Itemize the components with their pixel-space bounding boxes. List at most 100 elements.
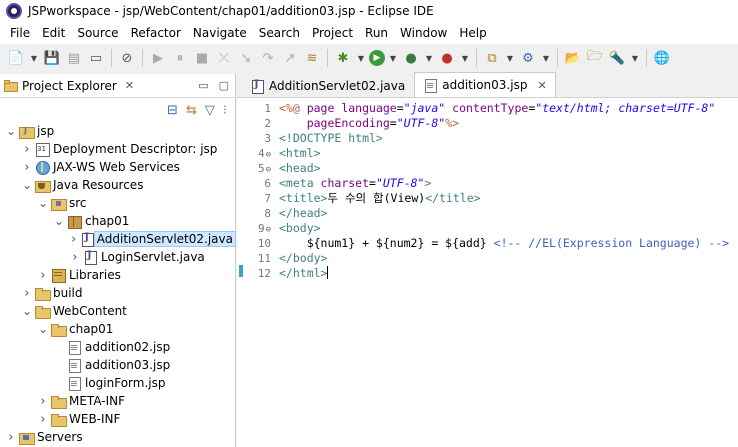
run-icon[interactable]: ▶ xyxy=(369,50,385,66)
tree-item[interactable]: ⌄ WebContent xyxy=(0,302,235,320)
menu-navigate[interactable]: Navigate xyxy=(187,22,253,44)
tree-item[interactable]: ⌄ Java Resources xyxy=(0,176,235,194)
minimize-icon[interactable]: ▭ xyxy=(198,79,208,92)
project-explorer-tab[interactable]: Project Explorer ✕ ▭ ▢ xyxy=(0,74,235,98)
menu-source[interactable]: Source xyxy=(71,22,124,44)
fold-toggle-icon[interactable]: ⊖ xyxy=(266,225,271,235)
tree-item[interactable]: loginForm.jsp xyxy=(0,374,235,392)
tree-item[interactable]: ⌄ jsp xyxy=(0,122,235,140)
code-line[interactable]: <!DOCTYPE html> xyxy=(279,131,383,146)
tree-item[interactable]: › build xyxy=(0,284,235,302)
run-server-icon[interactable]: ● xyxy=(401,48,421,68)
open-folder-icon[interactable]: 🗁 xyxy=(585,48,605,68)
tree-item[interactable]: › AdditionServlet02.java xyxy=(0,230,237,248)
external-tools-dropdown-chevron-icon[interactable]: ▼ xyxy=(459,48,471,68)
tree-item[interactable]: › WEB-INF xyxy=(0,410,235,428)
tree-item[interactable]: ⌄ chap01 xyxy=(0,320,235,338)
new-dropdown-chevron-icon[interactable]: ▼ xyxy=(28,48,40,68)
code-line[interactable]: <head> xyxy=(279,161,321,176)
resume-icon[interactable]: ▶ xyxy=(148,48,168,68)
code-line[interactable]: <html> xyxy=(279,146,321,161)
new-class-icon[interactable]: ⚙ xyxy=(518,48,538,68)
disconnect-icon[interactable]: ⤫ xyxy=(214,48,234,68)
editor-tab[interactable]: AdditionServlet02.java xyxy=(241,73,414,97)
menu-run[interactable]: Run xyxy=(359,22,394,44)
menu-refactor[interactable]: Refactor xyxy=(125,22,187,44)
source-code[interactable]: <%@ page language="java" contentType="te… xyxy=(279,98,738,447)
globe-icon[interactable]: 🌐 xyxy=(652,48,672,68)
tree-item[interactable]: addition03.jsp xyxy=(0,356,235,374)
chevron-down-icon[interactable]: ⌄ xyxy=(54,214,64,228)
step-over-icon[interactable]: ↷ xyxy=(258,48,278,68)
chevron-down-icon[interactable]: ⌄ xyxy=(38,322,48,336)
filter-icon[interactable]: ▽ xyxy=(205,103,215,118)
tree-item[interactable]: › Deployment Descriptor: jsp xyxy=(0,140,235,158)
chevron-down-icon[interactable]: ⌄ xyxy=(6,124,16,138)
link-with-editor-icon[interactable]: ⇆ xyxy=(186,103,197,118)
terminal-icon[interactable]: ▭ xyxy=(86,48,106,68)
debug-icon[interactable]: ✱ xyxy=(333,48,353,68)
save-icon[interactable]: 💾 xyxy=(42,48,62,68)
tree-item[interactable]: › JAX-WS Web Services xyxy=(0,158,235,176)
run-server-dropdown-chevron-icon[interactable]: ▼ xyxy=(423,48,435,68)
menu-edit[interactable]: Edit xyxy=(36,22,71,44)
tree-item[interactable]: › Servers xyxy=(0,428,235,446)
search-dropdown-chevron-icon[interactable]: ▼ xyxy=(629,48,641,68)
chevron-right-icon[interactable]: › xyxy=(22,160,32,175)
chevron-down-icon[interactable]: ⌄ xyxy=(22,304,32,318)
chevron-right-icon[interactable]: › xyxy=(22,286,32,301)
external-tools-icon[interactable]: ● xyxy=(437,48,457,68)
drop-to-frame-icon[interactable]: ≋ xyxy=(302,48,322,68)
fold-toggle-icon[interactable]: ⊖ xyxy=(266,165,271,175)
code-line[interactable]: </html> xyxy=(279,266,329,281)
menu-project[interactable]: Project xyxy=(306,22,359,44)
view-menu-icon[interactable]: ⁝ xyxy=(223,103,227,118)
tree-item[interactable]: › Libraries xyxy=(0,266,235,284)
fold-toggle-icon[interactable]: ⊖ xyxy=(266,150,271,160)
new-icon[interactable]: 📄 xyxy=(6,48,26,68)
open-type-icon[interactable]: 📂 xyxy=(563,48,583,68)
code-line[interactable]: </body> xyxy=(279,251,327,266)
tree-item[interactable]: ⌄ chap01 xyxy=(0,212,235,230)
step-return-icon[interactable]: ↗ xyxy=(280,48,300,68)
close-icon[interactable]: ✕ xyxy=(537,79,546,92)
chevron-right-icon[interactable]: › xyxy=(38,394,48,409)
chevron-down-icon[interactable]: ⌄ xyxy=(22,178,32,192)
code-line[interactable]: pageEncoding="UTF-8"%> xyxy=(279,116,459,131)
new-class-dropdown-chevron-icon[interactable]: ▼ xyxy=(540,48,552,68)
menu-window[interactable]: Window xyxy=(394,22,453,44)
menu-help[interactable]: Help xyxy=(453,22,492,44)
tree-item[interactable]: ⌄ src xyxy=(0,194,235,212)
tree-item[interactable]: › LoginServlet.java xyxy=(0,248,235,266)
new-project-dropdown-chevron-icon[interactable]: ▼ xyxy=(504,48,516,68)
code-line[interactable]: <title>두 수의 합(View)</title> xyxy=(279,191,481,206)
chevron-right-icon[interactable]: › xyxy=(70,250,80,265)
chevron-right-icon[interactable]: › xyxy=(22,142,32,157)
debug-dropdown-chevron-icon[interactable]: ▼ xyxy=(355,48,367,68)
run-dropdown-chevron-icon[interactable]: ▼ xyxy=(387,48,399,68)
chevron-right-icon[interactable]: › xyxy=(6,430,16,445)
tree-item[interactable]: › META-INF xyxy=(0,392,235,410)
suspend-icon[interactable]: ⏸ xyxy=(170,48,190,68)
editor-tab[interactable]: addition03.jsp ✕ xyxy=(414,72,556,97)
code-line[interactable]: </head> xyxy=(279,206,327,221)
collapse-all-icon[interactable]: ⊟ xyxy=(167,103,178,118)
code-line[interactable]: <body> xyxy=(279,221,321,236)
chevron-down-icon[interactable]: ⌄ xyxy=(38,196,48,210)
chevron-right-icon[interactable]: › xyxy=(70,232,77,247)
code-line[interactable]: <meta charset="UTF-8"> xyxy=(279,176,431,191)
menu-file[interactable]: File xyxy=(4,22,36,44)
tree-item[interactable]: addition02.jsp xyxy=(0,338,235,356)
toggle-breakpoint-icon[interactable]: ⊘ xyxy=(117,48,137,68)
code-line[interactable]: ${num1} + ${num2} = ${add} <!-- //EL(Exp… xyxy=(279,236,729,251)
maximize-icon[interactable]: ▢ xyxy=(219,79,229,92)
step-into-icon[interactable]: ↘ xyxy=(236,48,256,68)
chevron-right-icon[interactable]: › xyxy=(38,412,48,427)
new-java-project-icon[interactable]: ⧉ xyxy=(482,48,502,68)
save-all-icon[interactable]: ▤ xyxy=(64,48,84,68)
menu-search[interactable]: Search xyxy=(253,22,306,44)
code-line[interactable]: <%@ page language="java" contentType="te… xyxy=(279,101,715,116)
close-icon[interactable]: ✕ xyxy=(125,79,134,92)
terminate-icon[interactable]: ■ xyxy=(192,48,212,68)
chevron-right-icon[interactable]: › xyxy=(38,268,48,283)
